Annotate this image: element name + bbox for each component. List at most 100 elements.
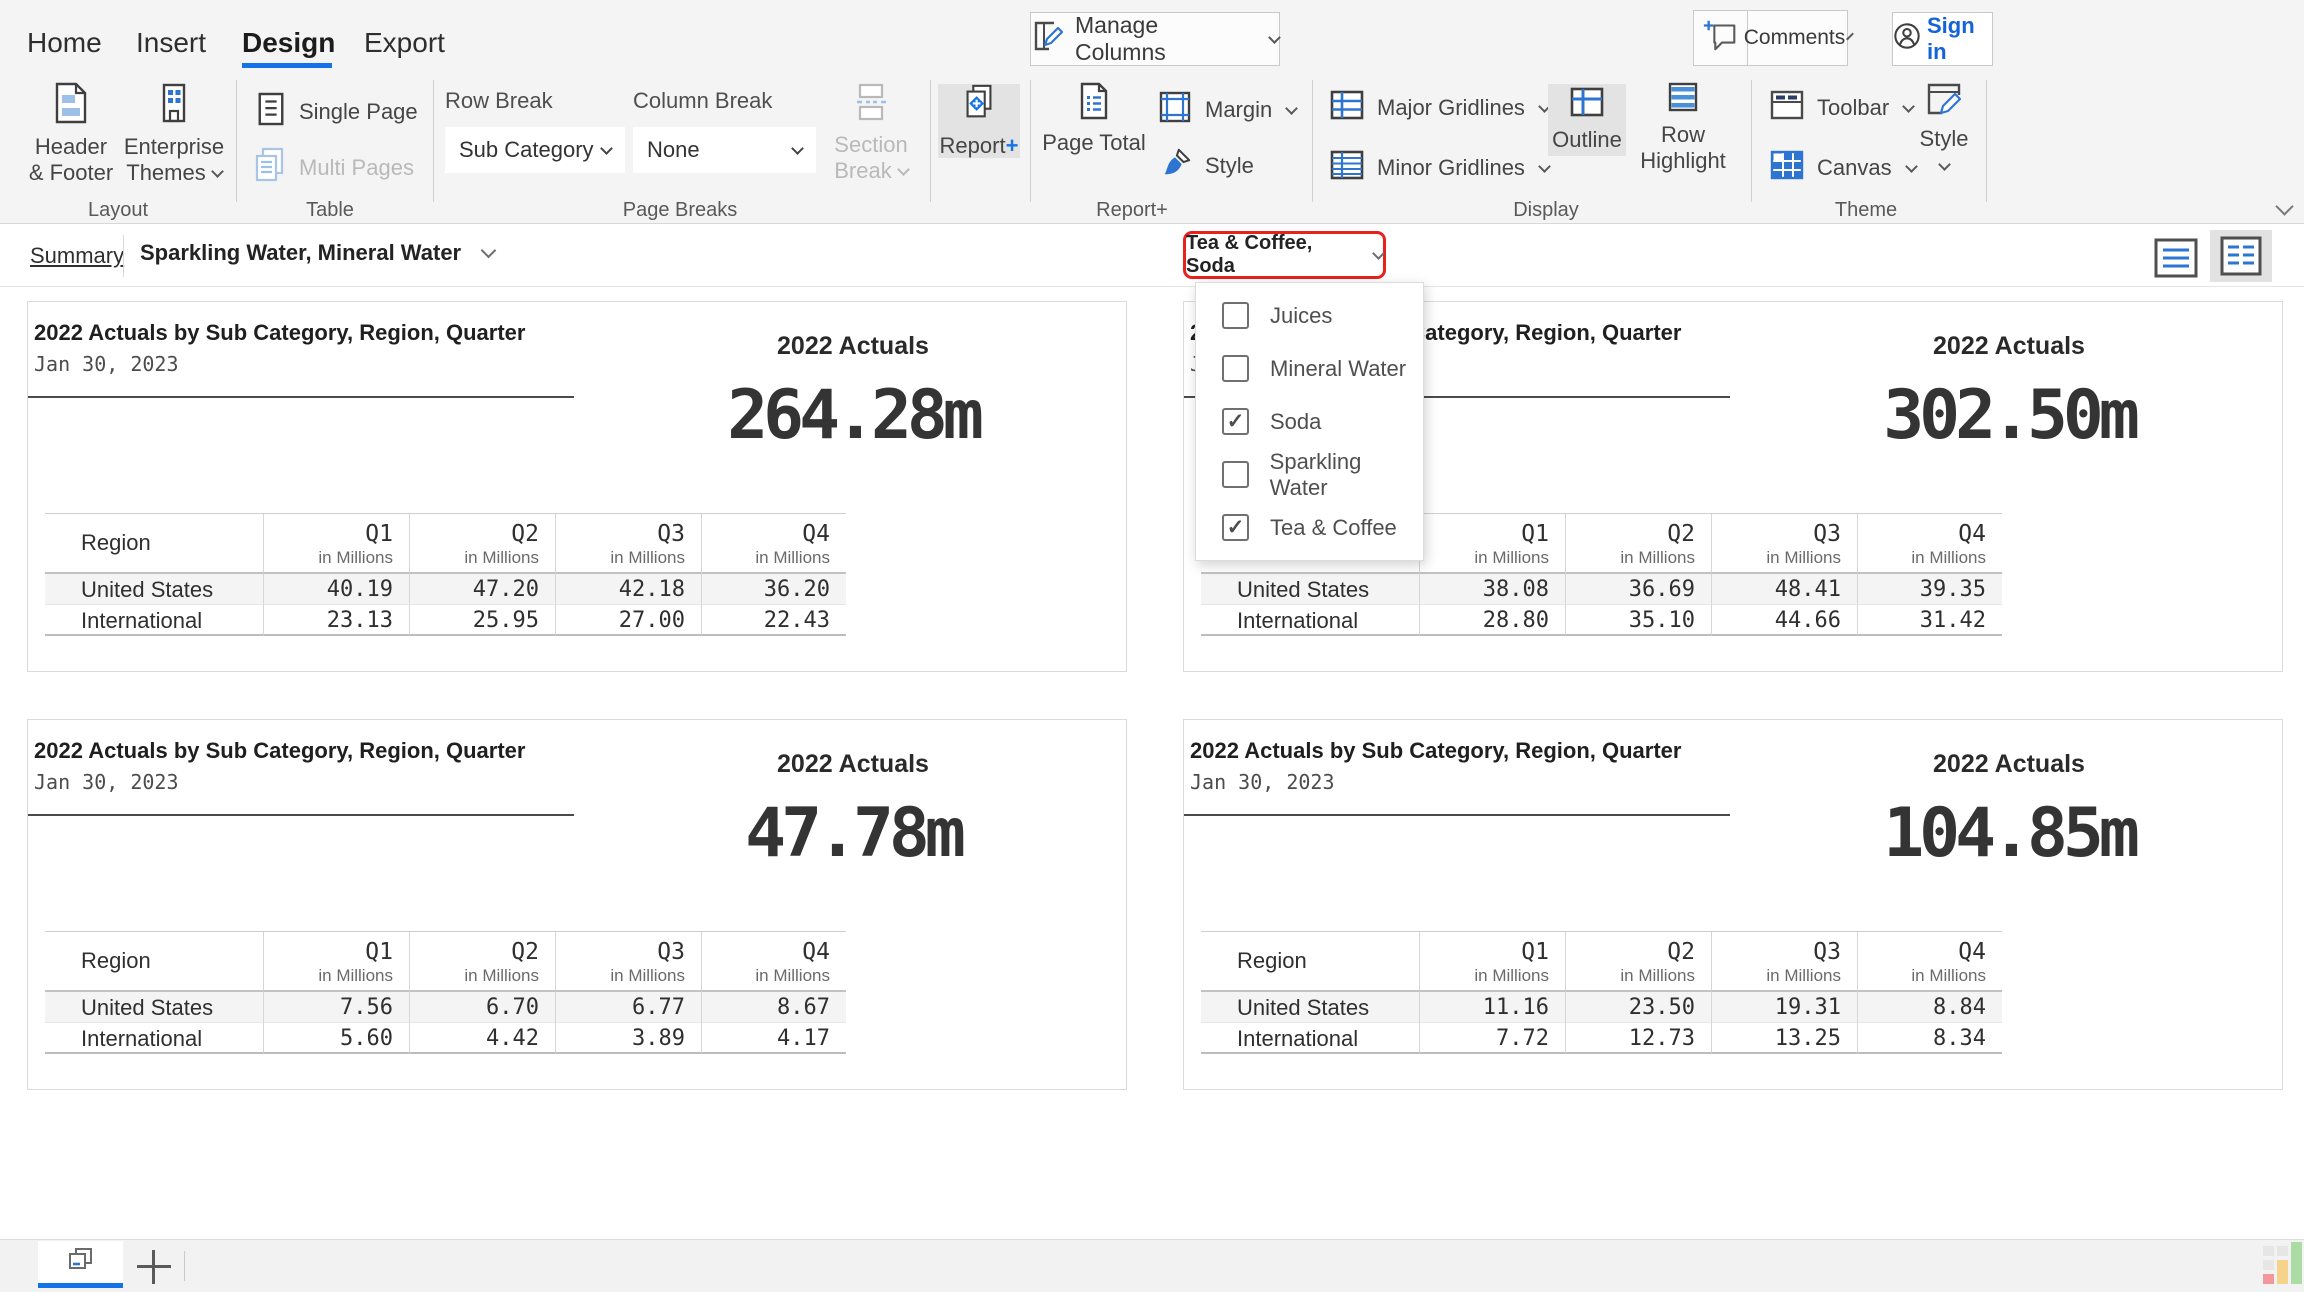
style-button[interactable]: Style (1160, 147, 1254, 185)
sign-in-button[interactable]: Sign in (1892, 12, 1993, 66)
enterprise-themes-button[interactable]: Enterprise Themes (120, 82, 228, 186)
column-break-select[interactable]: None (633, 127, 816, 173)
cell-value: 22.43 (701, 605, 846, 636)
dropdown-item-label: Mineral Water (1270, 356, 1406, 382)
column-header-q1: Q1in Millions (263, 514, 409, 574)
menu-insert[interactable]: Insert (136, 27, 206, 59)
active-page-underline (38, 1283, 123, 1288)
row-highlight-icon (1668, 82, 1698, 122)
dropdown-item-soda[interactable]: ✓ Soda (1196, 395, 1423, 448)
column-header-q3: Q3in Millions (1711, 514, 1857, 574)
menu-home[interactable]: Home (27, 27, 102, 59)
group-label-display: Display (1466, 199, 1626, 222)
cell-value: 4.17 (701, 1023, 846, 1054)
collapse-ribbon-icon[interactable] (2275, 197, 2293, 215)
column-header-q4: Q4in Millions (701, 514, 846, 574)
checkbox[interactable] (1222, 355, 1249, 382)
highlighted-filter-label: Tea & Coffee, Soda (1186, 232, 1362, 278)
minor-gridlines-button[interactable]: Minor Gridlines (1330, 150, 1549, 186)
primary-filter-label: Sparkling Water, Mineral Water (140, 240, 461, 265)
cell-value: 31.42 (1857, 605, 2002, 636)
in-group-separator (1030, 80, 1031, 202)
row-label: International (1201, 1023, 1419, 1054)
canvas-icon (1770, 150, 1804, 186)
chevron-down-icon (481, 243, 497, 259)
kpi-label: 2022 Actuals (578, 750, 1128, 779)
page-bar-divider (184, 1251, 185, 1281)
group-separator (930, 80, 931, 202)
group-separator (433, 80, 434, 202)
checkbox-checked[interactable]: ✓ (1222, 408, 1249, 435)
column-header-q4: Q4in Millions (1857, 932, 2002, 992)
page-total-button[interactable]: Page Total (1042, 82, 1146, 156)
two-column-view-button[interactable] (2210, 230, 2272, 282)
checkbox[interactable] (1222, 302, 1249, 329)
cell-value: 7.56 (263, 992, 409, 1023)
column-header-q4: Q4in Millions (1857, 514, 2002, 574)
checkbox-checked[interactable]: ✓ (1222, 514, 1249, 541)
cell-value: 38.08 (1419, 574, 1565, 605)
multi-pages-button: Multi Pages (252, 146, 414, 190)
canvas-theme-button[interactable]: Canvas (1770, 150, 1916, 186)
report-plus-button[interactable]: Report+ (938, 84, 1020, 158)
major-gridlines-button[interactable]: Major Gridlines (1330, 90, 1549, 126)
section-break-button: Section Break (823, 82, 919, 184)
comments-button[interactable]: Comments (1747, 10, 1848, 66)
cell-value: 25.95 (409, 605, 555, 636)
row-break-select[interactable]: Sub Category (445, 127, 625, 173)
page-tab-active[interactable] (38, 1241, 123, 1283)
theme-style-button[interactable]: Style (1908, 82, 1980, 169)
highlighted-filter-dropdown[interactable]: Tea & Coffee, Soda (1183, 231, 1386, 279)
header-footer-button[interactable]: Header & Footer (22, 82, 120, 186)
report-card-3: 2022 Actuals by Sub Category, Region, Qu… (27, 719, 1127, 1090)
single-column-view-button[interactable] (2154, 238, 2198, 283)
cell-value: 44.66 (1711, 605, 1857, 636)
cell-value: 23.50 (1565, 992, 1711, 1023)
card-table: Region Q1in Millions Q2in Millions Q3in … (1201, 931, 2002, 1054)
cell-value: 36.20 (701, 574, 846, 605)
chevron-down-icon (1372, 247, 1385, 260)
cell-value: 8.67 (701, 992, 846, 1023)
kpi-value: 302.50m (1734, 376, 2284, 455)
checkbox[interactable] (1222, 461, 1249, 488)
dropdown-item-sparkling-water[interactable]: Sparkling Water (1196, 448, 1423, 501)
column-break-value: None (647, 137, 700, 163)
cell-value: 8.34 (1857, 1023, 2002, 1054)
single-page-label: Single Page (299, 99, 418, 125)
row-label: United States (1201, 574, 1419, 605)
row-highlight-button[interactable]: Row Highlight (1636, 82, 1730, 174)
menu-export[interactable]: Export (364, 27, 445, 59)
chevron-down-icon (600, 142, 613, 155)
summary-link[interactable]: Summary (30, 243, 124, 269)
enterprise-themes-label2: Themes (126, 160, 205, 185)
add-comment-button[interactable] (1693, 10, 1748, 66)
single-page-button[interactable]: Single Page (256, 92, 418, 132)
menu-design[interactable]: Design (242, 27, 335, 59)
kpi-label: 2022 Actuals (1734, 750, 2284, 779)
minor-gridlines-label: Minor Gridlines (1377, 155, 1525, 181)
comments-label: Comments (1744, 26, 1846, 50)
cell-value: 27.00 (555, 605, 701, 636)
column-header-q2: Q2in Millions (1565, 932, 1711, 992)
header-footer-icon (54, 82, 88, 134)
dropdown-item-tea-coffee[interactable]: ✓ Tea & Coffee (1196, 501, 1423, 554)
manage-columns-button[interactable]: Manage Columns (1030, 12, 1280, 66)
outline-button[interactable]: Outline (1548, 84, 1626, 156)
dropdown-item-mineral-water[interactable]: Mineral Water (1196, 342, 1423, 395)
page-bar (0, 1239, 2304, 1292)
enterprise-themes-icon (157, 82, 191, 134)
column-header-q1: Q1in Millions (263, 932, 409, 992)
enterprise-themes-label: Enterprise (124, 134, 224, 160)
group-separator (236, 80, 237, 202)
dropdown-item-juices[interactable]: Juices (1196, 289, 1423, 342)
column-header-q1: Q1in Millions (1419, 514, 1565, 574)
toolbar-theme-button[interactable]: Toolbar (1770, 90, 1913, 126)
minor-gridlines-icon (1330, 150, 1364, 186)
primary-filter-dropdown[interactable]: Sparkling Water, Mineral Water (140, 240, 494, 266)
section-break-icon (854, 82, 888, 132)
card-date: Jan 30, 2023 (34, 352, 179, 376)
add-page-icon[interactable] (137, 1250, 171, 1284)
row-label: International (45, 1023, 263, 1054)
margin-button[interactable]: Margin (1158, 90, 1296, 130)
outline-label: Outline (1552, 127, 1622, 153)
